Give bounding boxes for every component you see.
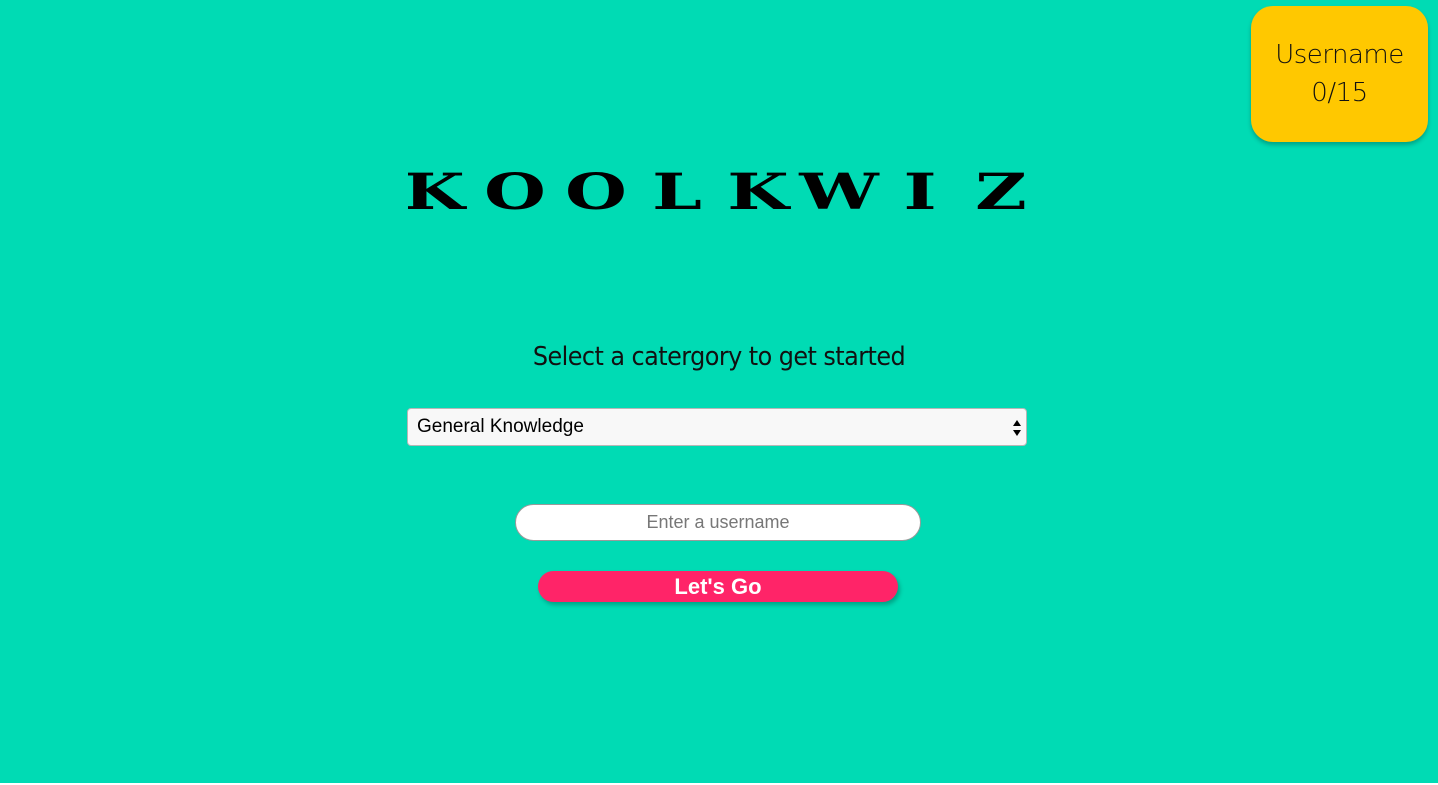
score-card: Username 0/15 bbox=[1251, 6, 1428, 142]
logo-letter: K bbox=[727, 168, 791, 221]
category-select[interactable]: General Knowledge bbox=[407, 408, 1027, 446]
category-select-value: General Knowledge bbox=[417, 416, 584, 437]
logo-letter: O bbox=[565, 168, 627, 221]
app-logo-svg: KOOLKWIZ bbox=[408, 168, 1027, 221]
logo-letter: W bbox=[798, 168, 880, 221]
lets-go-button[interactable]: Let's Go bbox=[538, 571, 898, 602]
app-logo: KOOLKWIZ bbox=[408, 168, 1030, 228]
page-subtitle: Select a catergory to get started bbox=[532, 342, 906, 372]
logo-letter: L bbox=[652, 168, 702, 221]
score-card-username: Username bbox=[1275, 40, 1404, 70]
score-card-score: 0/15 bbox=[1311, 78, 1368, 108]
logo-letter: Z bbox=[975, 168, 1027, 221]
select-arrows-icon bbox=[1013, 420, 1021, 436]
logo-letter: K bbox=[408, 168, 467, 221]
logo-letter: O bbox=[484, 168, 546, 221]
logo-letter: I bbox=[903, 168, 936, 221]
username-input[interactable] bbox=[515, 504, 921, 541]
